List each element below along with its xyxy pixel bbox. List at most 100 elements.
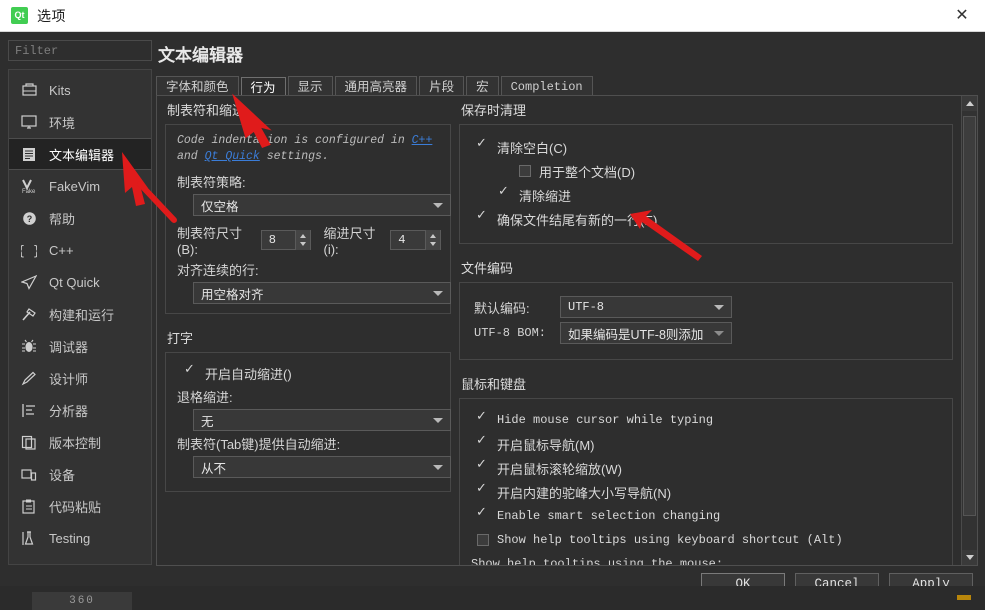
sidebar-item-cpp[interactable]: { } C++ — [9, 234, 151, 266]
tab-completion[interactable]: Completion — [500, 76, 593, 97]
text-editor-icon — [19, 145, 39, 163]
sidebar-item-environment[interactable]: 环境 — [9, 106, 151, 138]
qtquick-icon — [19, 273, 39, 291]
settings-scroll-area: 制表符和缩进 Code indentation is configured in… — [156, 95, 978, 566]
sidebar-item-kits[interactable]: Kits — [9, 74, 151, 106]
sidebar-item-code-paste[interactable]: 代码粘贴 — [9, 490, 151, 522]
checkbox-icon — [476, 136, 489, 153]
hide-cursor-checkbox[interactable]: Hide mouse cursor while typing — [476, 409, 943, 431]
size-row: 制表符尺寸(B): 8 缩进尺寸(i): 4 — [177, 223, 441, 257]
mouse-navigation-checkbox[interactable]: 开启鼠标导航(M) — [476, 433, 943, 455]
sidebar-item-help[interactable]: ? 帮助 — [9, 202, 151, 234]
tab-macros[interactable]: 宏 — [466, 76, 499, 97]
tab-snippets[interactable]: 片段 — [419, 76, 465, 97]
taskbar-item-360[interactable]: 360 — [32, 592, 132, 610]
tabs-indent-group-title: 制表符和缩进 — [167, 103, 246, 118]
bom-select[interactable]: 如果编码是UTF-8则添加 — [560, 322, 732, 344]
sidebar-item-fakevim[interactable]: Fake FakeVim — [9, 170, 151, 202]
help-mid: and — [177, 150, 205, 163]
ensure-newline-checkbox[interactable]: 确保文件结尾有新的一行(E) — [476, 208, 943, 230]
mouse-keyboard-group: Hide mouse cursor while typing 开启鼠标导航(M)… — [459, 398, 953, 565]
settings-content: 制表符和缩进 Code indentation is configured in… — [157, 96, 961, 565]
sidebar-item-analyzer[interactable]: 分析器 — [9, 394, 151, 426]
checkbox-icon — [498, 184, 511, 201]
sidebar-item-version-control[interactable]: 版本控制 — [9, 426, 151, 458]
checkbox-icon — [476, 457, 489, 474]
scrollbar-thumb[interactable] — [963, 116, 976, 516]
backspace-indent-select[interactable]: 无 — [193, 409, 451, 431]
vertical-scrollbar[interactable] — [961, 96, 977, 565]
checkbox-icon — [476, 208, 489, 225]
checkbox-icon — [476, 481, 489, 498]
tab-policy-select[interactable]: 仅空格 — [193, 194, 451, 216]
stepper-up-icon[interactable] — [300, 234, 307, 238]
auto-indent-checkbox[interactable]: 开启自动缩进() — [184, 362, 441, 384]
right-settings-column: 保存时清理 清除空白(C) 用于整个文档(D) 清除缩进 — [459, 100, 953, 565]
sidebar-item-label: 文本编辑器 — [49, 147, 115, 163]
tab-key-indent-label: 制表符(Tab键)提供自动缩进: — [177, 437, 341, 452]
tab-key-indent-select[interactable]: 从不 — [193, 456, 451, 478]
sidebar-item-label: Testing — [49, 530, 91, 546]
page-title: 文本编辑器 — [158, 46, 243, 65]
tab-display[interactable]: 显示 — [287, 76, 333, 97]
svg-text:{ }: { } — [21, 244, 37, 258]
stepper-up-icon[interactable] — [429, 234, 436, 238]
default-encoding-row: 默认编码: UTF-8 — [474, 296, 943, 318]
whole-document-checkbox[interactable]: 用于整个文档(D) — [519, 160, 943, 182]
default-encoding-value: UTF-8 — [568, 300, 605, 314]
svg-text:?: ? — [26, 214, 32, 224]
taskbar: 360 — [0, 586, 985, 610]
sidebar-item-label: FakeVim — [49, 178, 101, 194]
filter-input[interactable] — [8, 40, 152, 61]
sidebar-list[interactable]: Kits 环境 文本编辑器 Fake FakeVim ? 帮助 C++ Qt Q… — [8, 69, 152, 565]
clean-indentation-checkbox[interactable]: 清除缩进 — [498, 184, 943, 206]
scroll-up-arrow-icon[interactable] — [962, 96, 977, 111]
wheel-zoom-checkbox[interactable]: 开启鼠标滚轮缩放(W) — [476, 457, 943, 479]
indent-size-label: 缩进尺寸(i): — [323, 226, 376, 257]
clipboard-icon — [19, 497, 39, 515]
tab-size-stepper[interactable]: 8 — [260, 230, 312, 250]
indent-size-stepper-buttons[interactable] — [424, 230, 440, 250]
tooltip-mouse-label: Show help tooltips using the mouse: — [471, 557, 724, 565]
scroll-down-arrow-icon[interactable] — [962, 550, 977, 565]
sidebar-item-label: 调试器 — [49, 339, 89, 355]
sidebar-item-label: 版本控制 — [49, 435, 102, 451]
smart-selection-checkbox[interactable]: Enable smart selection changing — [476, 505, 943, 527]
whole-document-label: 用于整个文档(D) — [539, 164, 636, 180]
cpp-settings-link[interactable]: C++ — [412, 134, 433, 147]
device-icon — [19, 465, 39, 483]
default-encoding-label: 默认编码: — [474, 300, 530, 316]
bug-icon — [19, 337, 39, 355]
mouse-keyboard-group-title: 鼠标和键盘 — [461, 377, 527, 392]
clean-whitespace-checkbox[interactable]: 清除空白(C) — [476, 136, 943, 158]
checkbox-icon — [477, 534, 489, 546]
sidebar-item-testing[interactable]: Testing — [9, 522, 151, 554]
tabs-indent-group: Code indentation is configured in C++ an… — [165, 124, 451, 314]
bom-row: UTF-8 BOM: 如果编码是UTF-8则添加 — [474, 322, 943, 344]
tab-size-stepper-buttons[interactable] — [295, 230, 311, 250]
qtquick-settings-link[interactable]: Qt Quick — [205, 150, 260, 163]
tab-font-colors[interactable]: 字体和颜色 — [156, 76, 239, 97]
stepper-down-icon[interactable] — [429, 242, 436, 246]
sidebar-item-label: 设备 — [49, 467, 76, 483]
sidebar-item-debugger[interactable]: 调试器 — [9, 330, 151, 362]
sidebar-item-label: 环境 — [49, 115, 76, 131]
camel-case-navigation-checkbox[interactable]: 开启内建的驼峰大小写导航(N) — [476, 481, 943, 503]
smart-selection-label: Enable smart selection changing — [497, 509, 721, 523]
wheel-zoom-label: 开启鼠标滚轮缩放(W) — [497, 461, 622, 477]
sidebar-item-devices[interactable]: 设备 — [9, 458, 151, 490]
indent-size-stepper[interactable]: 4 — [390, 230, 441, 250]
align-continuation-select[interactable]: 用空格对齐 — [193, 282, 451, 304]
tooltip-shortcut-checkbox[interactable]: Show help tooltips using keyboard shortc… — [477, 529, 943, 551]
stepper-down-icon[interactable] — [300, 242, 307, 246]
default-encoding-select[interactable]: UTF-8 — [560, 296, 732, 318]
sidebar-item-qt-quick[interactable]: Qt Quick — [9, 266, 151, 298]
close-icon[interactable]: ✕ — [939, 0, 985, 31]
sidebar-item-designer[interactable]: 设计师 — [9, 362, 151, 394]
tab-generic-highlighter[interactable]: 通用高亮器 — [334, 76, 418, 97]
sidebar-item-text-editor[interactable]: 文本编辑器 — [9, 138, 151, 170]
encoding-group-title: 文件编码 — [461, 261, 514, 276]
chevron-down-icon — [714, 305, 724, 310]
help-question-icon: ? — [19, 209, 39, 227]
sidebar-item-build-run[interactable]: 构建和运行 — [9, 298, 151, 330]
